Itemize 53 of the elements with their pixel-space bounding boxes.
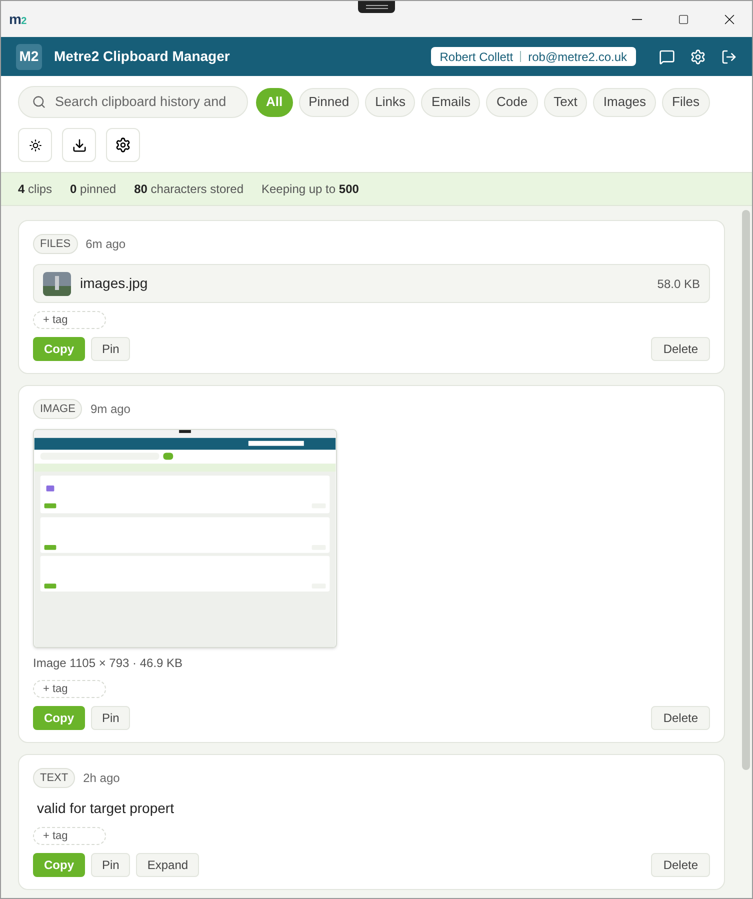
- search-icon: [32, 95, 46, 109]
- filter-tab[interactable]: Emails: [421, 88, 480, 116]
- settings-icon[interactable]: [690, 48, 706, 64]
- filter-tab[interactable]: Links: [365, 88, 416, 116]
- type-badge: FILES: [33, 234, 78, 254]
- logout-icon[interactable]: [721, 48, 737, 64]
- stat-text: 80 characters stored: [134, 181, 244, 198]
- filter-tab[interactable]: Pinned: [298, 88, 360, 116]
- clip-time: 2h ago: [83, 770, 120, 787]
- scrollbar[interactable]: [742, 210, 750, 770]
- action-button[interactable]: Pin: [91, 853, 130, 877]
- stat-text: Keeping up to 500: [262, 181, 359, 198]
- export-button[interactable]: [62, 128, 96, 162]
- stat-text: 4 clips: [18, 181, 52, 198]
- app-logo: m2: [9, 10, 26, 28]
- file-name: images.jpg: [80, 274, 148, 293]
- filter-tab[interactable]: Text: [544, 88, 588, 116]
- user-name: Robert Collett: [440, 48, 514, 66]
- search-input[interactable]: Search clipboard history and: [55, 92, 239, 112]
- search-field[interactable]: Search clipboard history and: [18, 86, 248, 118]
- drag-handle[interactable]: [358, 1, 395, 13]
- photo-placeholder: [43, 272, 71, 296]
- filter-tab[interactable]: Code: [486, 88, 538, 116]
- download-icon: [72, 138, 86, 152]
- add-tag-button[interactable]: + tag: [33, 827, 106, 845]
- delete-button[interactable]: Delete: [651, 853, 710, 877]
- theme-button[interactable]: [18, 128, 52, 162]
- add-tag-button[interactable]: + tag: [33, 311, 106, 329]
- app-badge: M2: [16, 44, 42, 70]
- maximize-icon: [678, 14, 688, 24]
- add-tag-button[interactable]: + tag: [33, 680, 106, 698]
- action-button[interactable]: Pin: [91, 337, 130, 361]
- delete-button[interactable]: Delete: [651, 337, 710, 361]
- file-size: 58.0 KB: [657, 276, 700, 292]
- settings-button[interactable]: [106, 128, 140, 162]
- stat-text: 0 pinned: [70, 181, 116, 198]
- app-title: Metre2 Clipboard Manager: [54, 47, 230, 66]
- sun-icon: [28, 138, 42, 152]
- action-button[interactable]: Pin: [91, 706, 130, 730]
- action-button[interactable]: Expand: [136, 853, 200, 877]
- delete-button[interactable]: Delete: [651, 706, 710, 730]
- clip-time: 6m ago: [86, 236, 126, 253]
- clip-time: 9m ago: [90, 401, 130, 418]
- type-badge: IMAGE: [33, 399, 82, 419]
- minimize-icon: [632, 18, 642, 20]
- image-caption: Image 1105 × 793 · 46.9 KB: [33, 655, 184, 672]
- type-badge: TEXT: [33, 768, 76, 788]
- user-email: rob@metre2.co.uk: [528, 48, 627, 66]
- filter-tab[interactable]: Images: [593, 88, 656, 116]
- clip-text: valid for target propert: [37, 799, 175, 818]
- gear-icon: [115, 137, 131, 153]
- filter-tab[interactable]: Files: [662, 88, 710, 116]
- chat-icon[interactable]: [659, 48, 675, 64]
